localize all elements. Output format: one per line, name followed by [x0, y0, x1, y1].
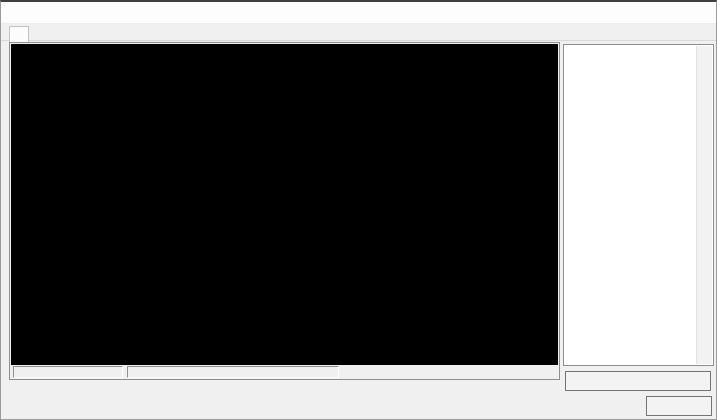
cursor-position-readout — [13, 366, 123, 378]
tree-scrollbar[interactable] — [696, 46, 712, 364]
title-bar — [1, 2, 716, 24]
dialog-window — [0, 0, 717, 420]
view-option-button[interactable] — [565, 371, 711, 391]
window-close-button[interactable] — [689, 4, 707, 21]
tab-strip — [1, 24, 716, 41]
signal-tree-panel — [563, 44, 714, 366]
plot-status-bar — [11, 366, 558, 379]
plot-area[interactable] — [11, 44, 558, 365]
waveform-chart[interactable] — [11, 44, 558, 365]
tab-waveform[interactable] — [9, 26, 29, 42]
waveform-plot-panel — [9, 42, 560, 380]
close-button[interactable] — [646, 396, 712, 416]
min-max-readout — [127, 366, 339, 378]
